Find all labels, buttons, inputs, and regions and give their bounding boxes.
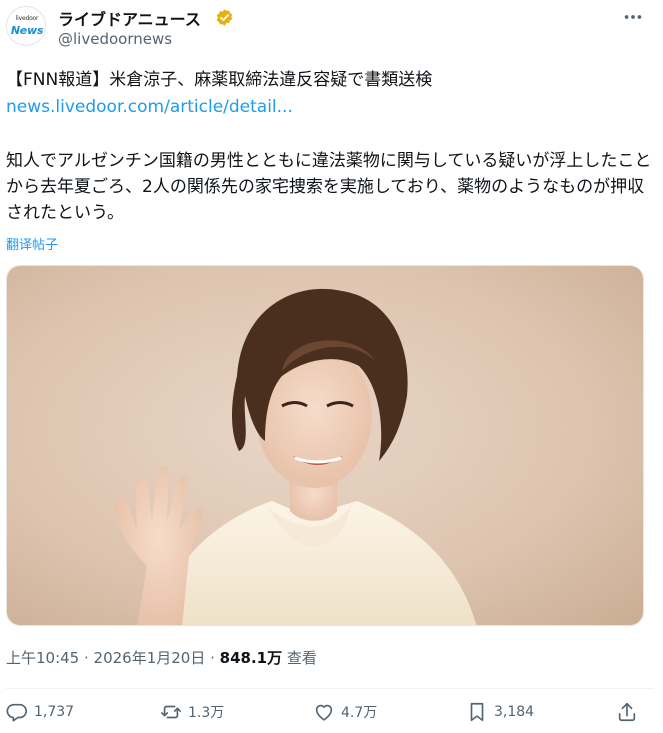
divider bbox=[6, 688, 654, 689]
avatar-logo-top: livedoor bbox=[15, 15, 39, 22]
more-icon[interactable] bbox=[622, 6, 644, 28]
verified-badge-icon[interactable] bbox=[215, 8, 234, 27]
post-meta: 上午10:45 · 2026年1月20日 · 848.1万 查看 bbox=[6, 647, 317, 668]
like-count: 4.7万 bbox=[341, 704, 378, 721]
post-photo[interactable] bbox=[6, 265, 644, 626]
post-header: livedoor News ライブドアニュース @livedoornews bbox=[0, 0, 663, 58]
views-label: 查看 bbox=[282, 649, 317, 667]
like-button[interactable]: 4.7万 bbox=[313, 690, 377, 733]
post-headline: 【FNN報道】米倉涼子、麻薬取締法違反容疑で書類送検 bbox=[6, 70, 433, 90]
photo-illustration bbox=[7, 266, 643, 625]
display-name[interactable]: ライブドアニュース bbox=[58, 6, 201, 30]
bookmark-button[interactable]: 3,184 bbox=[466, 690, 534, 733]
share-icon bbox=[618, 702, 636, 721]
reply-icon bbox=[6, 703, 27, 722]
translate-post-link[interactable]: 翻译帖子 bbox=[6, 234, 58, 253]
bookmark-count: 3,184 bbox=[494, 703, 535, 720]
like-icon bbox=[315, 704, 333, 721]
meta-separator: · bbox=[79, 649, 94, 667]
repost-icon bbox=[161, 705, 181, 718]
avatar-logo-bottom: News bbox=[10, 24, 44, 37]
meta-separator-2: · bbox=[205, 649, 220, 667]
views-count: 848.1万 bbox=[219, 649, 283, 667]
post-date[interactable]: 2026年1月20日 bbox=[94, 649, 206, 667]
bookmark-icon bbox=[470, 702, 484, 721]
repost-count: 1.3万 bbox=[188, 704, 225, 721]
handle[interactable]: @livedoornews bbox=[58, 30, 172, 48]
repost-button[interactable]: 1.3万 bbox=[160, 690, 224, 733]
reply-button[interactable]: 1,737 bbox=[6, 690, 74, 733]
share-button[interactable] bbox=[616, 690, 644, 733]
article-link[interactable]: news.livedoor.com/article/detail... bbox=[6, 95, 654, 120]
avatar[interactable]: livedoor News bbox=[6, 6, 46, 46]
action-bar: 1,737 1.3万 4.7万 3,184 bbox=[0, 690, 663, 733]
reply-count: 1,737 bbox=[34, 703, 75, 720]
post-time[interactable]: 上午10:45 bbox=[6, 649, 79, 667]
post-paragraph: 知人でアルゼンチン国籍の男性とともに違法薬物に関与している疑いが浮上したことから… bbox=[6, 151, 652, 223]
